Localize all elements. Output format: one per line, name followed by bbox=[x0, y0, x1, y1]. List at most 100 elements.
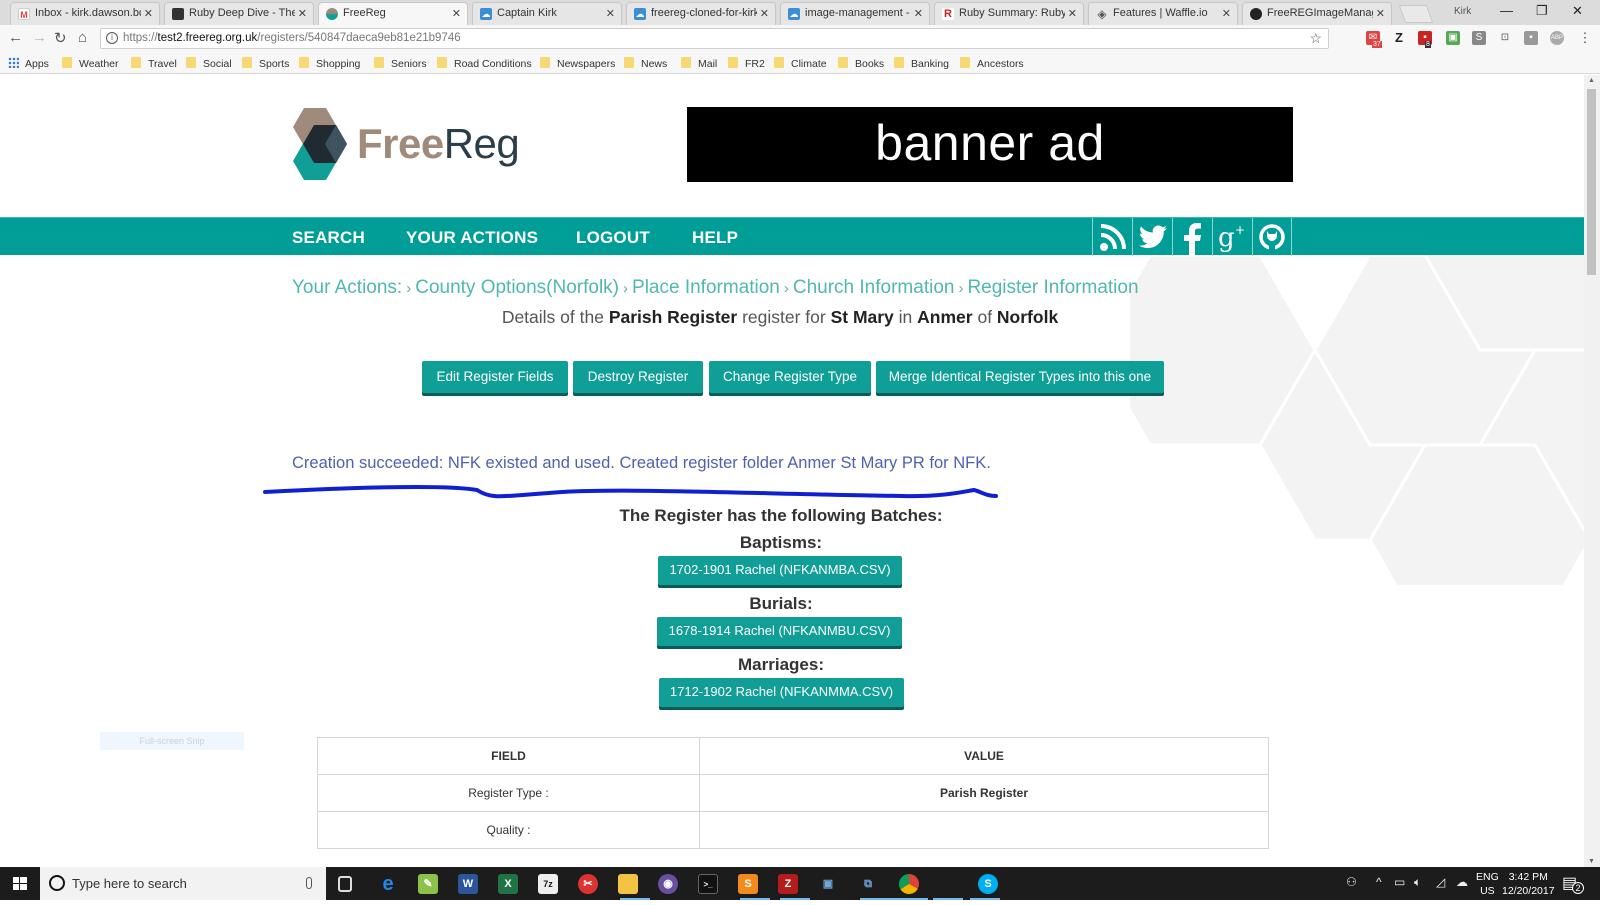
7zip-icon[interactable]: 7z bbox=[538, 874, 558, 894]
bookmark-folder[interactable]: Ancestors bbox=[960, 57, 1024, 70]
bookmark-folder[interactable]: Banking bbox=[894, 57, 949, 70]
show-hidden-icons[interactable]: ^ bbox=[1376, 875, 1382, 889]
wifi-icon[interactable]: ◿ bbox=[1436, 875, 1445, 889]
language-indicator[interactable]: ENG US bbox=[1476, 870, 1499, 898]
close-tab-icon[interactable]: ✕ bbox=[1068, 7, 1077, 20]
close-tab-icon[interactable]: ✕ bbox=[914, 7, 923, 20]
tab-waffle[interactable]: ◈ Features | Waffle.io ✕ bbox=[1088, 2, 1238, 25]
bookmark-folder[interactable]: Weather bbox=[62, 57, 119, 70]
address-bar[interactable]: i https://test2.freereg.org.uk/registers… bbox=[100, 28, 1329, 49]
bookmark-folder[interactable]: Road Conditions bbox=[437, 57, 532, 70]
reload-icon[interactable]: ↻ bbox=[54, 29, 67, 47]
cast-icon[interactable]: ⊡ bbox=[1498, 31, 1512, 45]
scroll-down-icon[interactable]: ▼ bbox=[1588, 858, 1595, 865]
freereg-logo-icon[interactable] bbox=[292, 108, 354, 180]
freereg-logo-text[interactable]: FreeReg bbox=[357, 120, 520, 168]
chrome-icon[interactable] bbox=[899, 874, 919, 894]
github-icon[interactable] bbox=[1252, 218, 1292, 256]
info-icon[interactable]: i bbox=[106, 32, 118, 44]
sublime-icon[interactable]: S bbox=[738, 874, 758, 894]
bookmark-star-icon[interactable]: ☆ bbox=[1309, 29, 1322, 48]
home-icon[interactable]: ⌂ bbox=[78, 29, 87, 46]
evernote-extension-icon[interactable]: ▣ bbox=[1446, 31, 1460, 45]
script-extension-icon[interactable]: S bbox=[1472, 31, 1486, 45]
bookmark-folder[interactable]: Mail bbox=[681, 57, 717, 70]
obs-icon[interactable]: ◉ bbox=[658, 874, 678, 894]
skype-icon[interactable]: S bbox=[978, 874, 998, 894]
back-icon[interactable]: ← bbox=[8, 29, 23, 46]
action-center-icon[interactable]: ▤ 2 bbox=[1562, 873, 1584, 894]
scroll-up-icon[interactable]: ▲ bbox=[1588, 77, 1595, 84]
close-tab-icon[interactable]: ✕ bbox=[144, 7, 153, 20]
tab-inbox[interactable]: M Inbox - kirk.dawson.bc ✕ bbox=[10, 2, 160, 25]
tab-ruby-summary[interactable]: R Ruby Summary: Ruby S ✕ bbox=[934, 2, 1084, 25]
tab-freereg[interactable]: FreeReg ✕ bbox=[318, 2, 468, 26]
nav-help[interactable]: HELP bbox=[692, 228, 738, 248]
edge-icon[interactable]: e bbox=[378, 874, 398, 894]
google-plus-icon[interactable]: g + bbox=[1212, 218, 1252, 256]
snipping-icon[interactable]: ✂ bbox=[578, 874, 598, 894]
new-tab-button[interactable] bbox=[1398, 5, 1434, 23]
vpn-icon[interactable]: ▣ bbox=[818, 874, 838, 894]
edit-register-fields-button[interactable]: Edit Register Fields bbox=[422, 361, 568, 393]
bookmark-folder[interactable]: Books bbox=[838, 57, 884, 70]
close-tab-icon[interactable]: ✕ bbox=[606, 7, 615, 20]
restore-icon[interactable]: ❐ bbox=[1536, 3, 1548, 19]
facebook-icon[interactable] bbox=[1172, 218, 1212, 256]
batch-baptisms-button[interactable]: 1702-1901 Rachel (NFKANMBA.CSV) bbox=[658, 556, 902, 585]
close-tab-icon[interactable]: ✕ bbox=[452, 7, 461, 20]
close-tab-icon[interactable]: ✕ bbox=[1376, 7, 1385, 20]
extension-icon[interactable]: ▪ bbox=[1524, 31, 1538, 45]
breadcrumb-church-information[interactable]: Church Information bbox=[793, 277, 955, 298]
menu-kebab-icon[interactable]: ⋮ bbox=[1578, 31, 1592, 45]
microphone-icon[interactable] bbox=[306, 877, 312, 889]
banner-ad[interactable]: banner ad bbox=[687, 107, 1293, 182]
tab-github[interactable]: FreeREGImageManage ✕ bbox=[1242, 2, 1392, 25]
tab-ruby-deep-dive[interactable]: Ruby Deep Dive - The ✕ bbox=[164, 2, 314, 25]
adblock-icon[interactable]: ABP bbox=[1550, 31, 1564, 45]
batch-burials-button[interactable]: 1678-1914 Rachel (NFKANMBU.CSV) bbox=[657, 617, 902, 646]
bookmark-folder[interactable]: Sports bbox=[242, 57, 289, 70]
bookmark-folder[interactable]: Social bbox=[186, 57, 232, 70]
onedrive-icon[interactable]: ☁ bbox=[1456, 875, 1468, 889]
network-icon[interactable]: ⧉ bbox=[858, 874, 878, 894]
system-clock[interactable]: 3:42 PM 12/20/2017 bbox=[1502, 870, 1555, 898]
tab-image-management[interactable]: ☁ image-management - ✕ bbox=[780, 2, 930, 25]
bookmark-folder[interactable]: FR2 bbox=[728, 57, 765, 70]
bookmark-folder[interactable]: News bbox=[624, 57, 667, 70]
breadcrumb-root[interactable]: Your Actions: bbox=[292, 277, 402, 298]
merge-register-types-button[interactable]: Merge Identical Register Types into this… bbox=[876, 361, 1164, 393]
excel-icon[interactable]: X bbox=[498, 874, 518, 894]
tab-captain-kirk[interactable]: ☁ Captain Kirk ✕ bbox=[472, 2, 622, 25]
destroy-register-button[interactable]: Destroy Register bbox=[573, 361, 703, 393]
terminal-icon[interactable]: >_ bbox=[698, 874, 718, 894]
rss-icon[interactable] bbox=[1092, 218, 1132, 256]
bookmark-folder[interactable]: Climate bbox=[774, 57, 827, 70]
page-scrollbar[interactable]: ▲ ▼ bbox=[1584, 75, 1600, 867]
scrollbar-thumb[interactable] bbox=[1587, 89, 1596, 275]
breadcrumb-county-options[interactable]: County Options(Norfolk) bbox=[415, 277, 619, 298]
close-window-icon[interactable]: ✕ bbox=[1572, 3, 1583, 19]
nav-logout[interactable]: LOGOUT bbox=[576, 228, 650, 248]
volume-icon[interactable]: 🔈︎ bbox=[1414, 875, 1421, 890]
close-tab-icon[interactable]: ✕ bbox=[298, 7, 307, 20]
bookmark-folder[interactable]: Seniors bbox=[374, 57, 427, 70]
nav-your-actions[interactable]: YOUR ACTIONS bbox=[406, 228, 538, 248]
bookmark-apps[interactable]: Apps bbox=[8, 57, 49, 70]
taskbar-search-input[interactable]: Type here to search bbox=[40, 867, 326, 900]
minimize-icon[interactable]: — bbox=[1500, 3, 1513, 18]
task-view-icon[interactable] bbox=[338, 876, 352, 892]
twitter-icon[interactable] bbox=[1132, 218, 1172, 256]
change-register-type-button[interactable]: Change Register Type bbox=[709, 361, 871, 393]
forward-icon[interactable]: → bbox=[32, 29, 47, 46]
close-tab-icon[interactable]: ✕ bbox=[1222, 7, 1231, 20]
profile-label[interactable]: Kirk bbox=[1454, 6, 1471, 17]
bookmark-folder[interactable]: Travel bbox=[131, 57, 177, 70]
start-button[interactable] bbox=[0, 867, 40, 900]
file-explorer-icon[interactable] bbox=[618, 874, 638, 894]
filezilla-icon[interactable]: Z bbox=[778, 874, 798, 894]
notepad-plus-icon[interactable]: ✎ bbox=[418, 874, 438, 894]
battery-icon[interactable]: ▭ bbox=[1394, 875, 1405, 889]
people-icon[interactable]: ⚇ bbox=[1346, 875, 1357, 889]
word-icon[interactable]: W bbox=[458, 874, 478, 894]
